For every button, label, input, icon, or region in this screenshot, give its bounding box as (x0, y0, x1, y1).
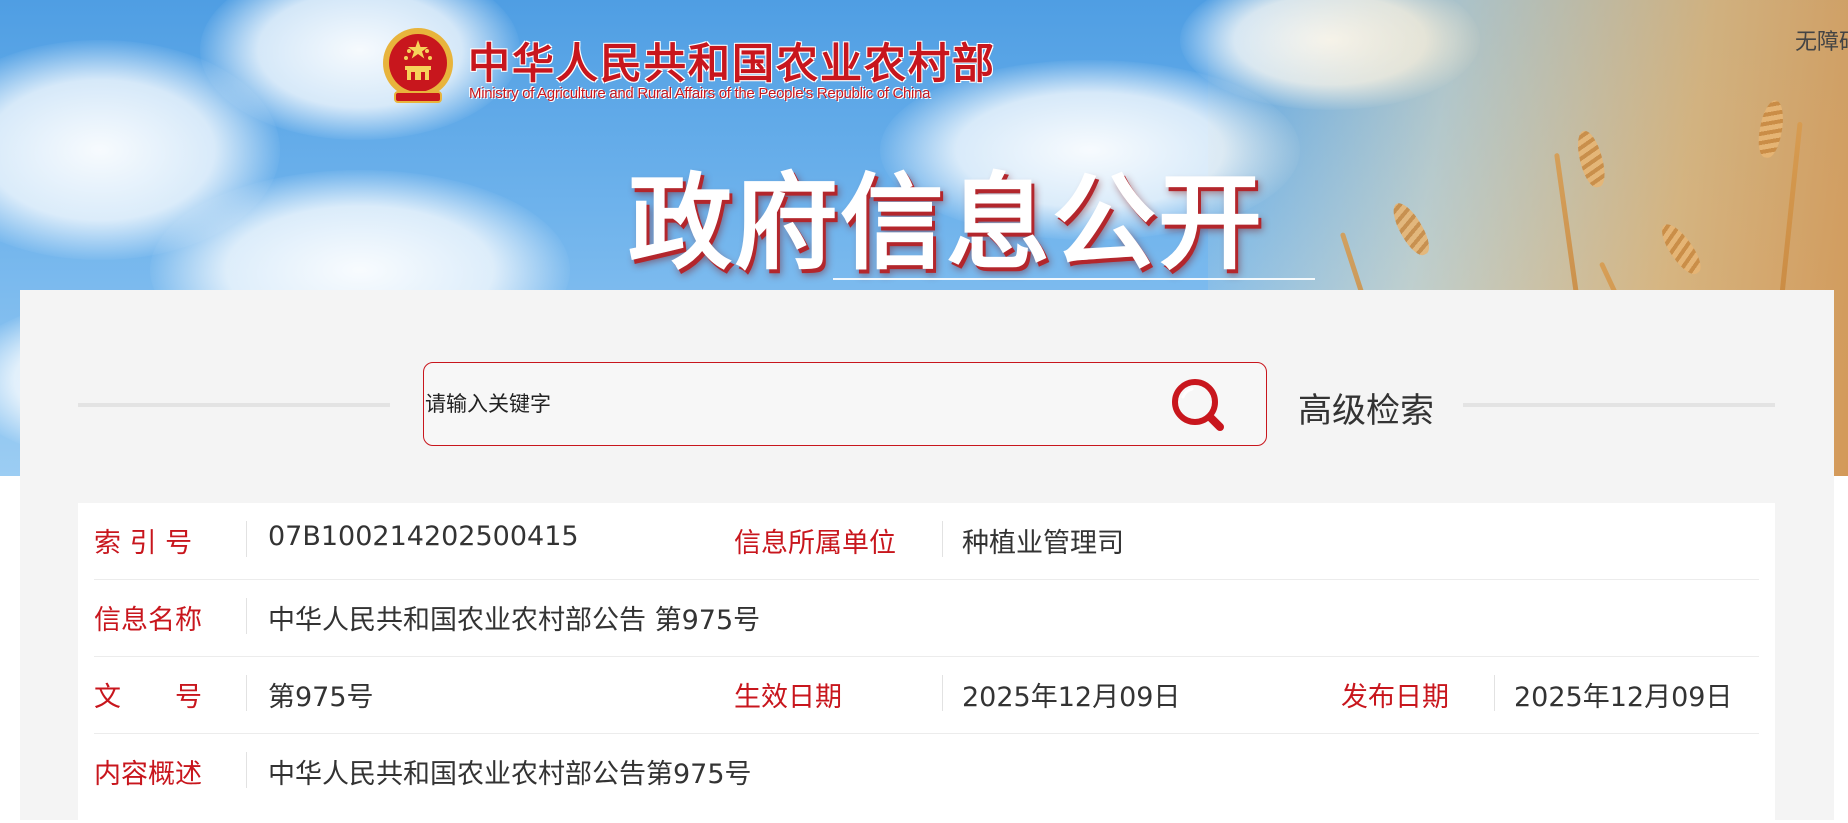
title-underline (833, 278, 1315, 280)
effective-date-value: 2025年12月09日 (962, 682, 1181, 713)
page-title: 政府信息公开 (628, 162, 1265, 284)
cell-divider (246, 521, 247, 557)
search-box (423, 362, 1267, 446)
info-row-docno: 文 号 第975号 生效日期 2025年12月09日 发布日期 2025年12月… (94, 657, 1759, 734)
doc-no-label: 文 号 (94, 682, 202, 713)
cell-divider (1494, 675, 1495, 711)
advanced-search-link[interactable]: 高级检索 (1298, 383, 1434, 432)
accessibility-link[interactable]: 无障碍 (1795, 24, 1848, 56)
index-no-label: 索 引 号 (94, 528, 193, 559)
cell-divider (246, 598, 247, 634)
publish-date-value: 2025年12月09日 (1514, 682, 1733, 713)
search-divider-left (78, 403, 390, 407)
search-input[interactable] (425, 383, 1125, 425)
cell-divider (942, 675, 943, 711)
cell-divider (246, 752, 247, 788)
index-no-value: 07B100214202500415 (268, 521, 579, 552)
info-row-index: 索 引 号 07B100214202500415 信息所属单位 种植业管理司 (94, 503, 1759, 580)
summary-label: 内容概述 (94, 759, 202, 790)
cell-divider (246, 675, 247, 711)
search-icon[interactable] (1166, 373, 1230, 437)
unit-label: 信息所属单位 (734, 528, 896, 559)
doc-no-value: 第975号 (268, 682, 374, 713)
national-emblem-icon (381, 26, 455, 106)
info-name-label: 信息名称 (94, 605, 202, 636)
publish-date-label: 发布日期 (1341, 682, 1449, 713)
info-name-value: 中华人民共和国农业农村部公告 第975号 (268, 605, 761, 636)
effective-date-label: 生效日期 (734, 682, 842, 713)
ministry-name-en: Ministry of Agriculture and Rural Affair… (469, 85, 931, 102)
cell-divider (942, 521, 943, 557)
info-row-name: 信息名称 中华人民共和国农业农村部公告 第975号 (94, 580, 1759, 657)
summary-value: 中华人民共和国农业农村部公告第975号 (268, 759, 752, 790)
info-row-summary: 内容概述 中华人民共和国农业农村部公告第975号 (94, 734, 1759, 811)
unit-value: 种植业管理司 (962, 528, 1124, 559)
search-divider-right (1463, 403, 1775, 407)
info-table: 索 引 号 07B100214202500415 信息所属单位 种植业管理司 信… (78, 503, 1775, 823)
ministry-name-cn: 中华人民共和国农业农村部 (468, 39, 997, 88)
